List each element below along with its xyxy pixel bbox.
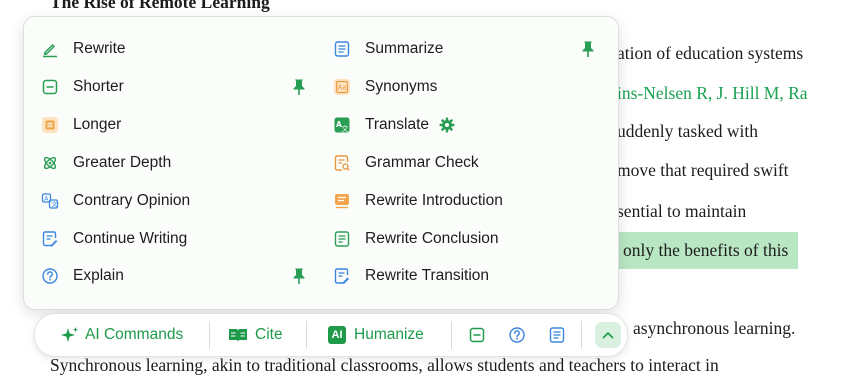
ai-commands-button[interactable]: AI Commands	[59, 314, 183, 356]
document-text-line: ation of education systems	[617, 43, 804, 63]
ai-commands-label: AI Commands	[85, 326, 184, 343]
toolbar-divider	[581, 321, 582, 349]
pin-icon[interactable]	[292, 78, 306, 96]
pin-icon[interactable]	[292, 267, 306, 285]
summarize-icon	[333, 40, 351, 58]
summarize-quick-button[interactable]	[547, 325, 567, 345]
chevron-up-icon	[602, 332, 614, 339]
ai-badge-icon: AI	[328, 326, 346, 344]
translate-icon: A文	[333, 116, 351, 134]
menu-item-label: Explain	[73, 267, 124, 284]
question-icon	[509, 327, 525, 343]
toolbar-divider	[306, 321, 307, 349]
menu-item-translate[interactable]: A文 Translate	[333, 106, 595, 144]
menu-item-label: Translate	[365, 116, 430, 133]
book-icon	[228, 327, 248, 343]
shorter-icon	[41, 78, 59, 96]
ai-toolbar: AI Commands Cite AI Humanize	[34, 313, 628, 357]
summarize-icon	[549, 327, 565, 343]
gear-icon[interactable]	[439, 117, 455, 133]
continue-icon	[41, 230, 59, 248]
toolbar-divider	[209, 321, 210, 349]
menu-item-label: Rewrite Transition	[365, 267, 490, 284]
longer-icon	[41, 116, 59, 134]
shorter-icon	[469, 327, 485, 343]
document-text-line: Synchronous learning, akin to traditiona…	[50, 355, 719, 375]
menu-item-greater-depth[interactable]: Greater Depth	[41, 144, 306, 182]
document-text-line: asynchronous learning.	[633, 318, 796, 338]
depth-icon	[41, 154, 59, 172]
menu-item-rewrite[interactable]: Rewrite	[41, 30, 306, 68]
menu-item-shorter[interactable]: Shorter	[41, 68, 306, 106]
humanize-label: Humanize	[354, 326, 424, 343]
menu-item-grammar-check[interactable]: Grammar Check	[333, 144, 595, 182]
shorter-quick-button[interactable]	[467, 325, 487, 345]
pin-icon[interactable]	[581, 40, 595, 58]
menu-item-label: Continue Writing	[73, 230, 188, 247]
document-text-line: uddenly tasked with	[617, 121, 758, 141]
menu-item-label: Synonyms	[365, 78, 438, 95]
menu-item-summarize[interactable]: Summarize	[333, 30, 595, 68]
toolbar-divider	[451, 321, 452, 349]
explain-quick-button[interactable]	[507, 325, 527, 345]
menu-item-rewrite-conclusion[interactable]: Rewrite Conclusion	[333, 220, 595, 258]
menu-item-synonyms[interactable]: Aa Synonyms	[333, 68, 595, 106]
contrary-icon: A文	[41, 192, 59, 210]
conclusion-icon	[333, 230, 351, 248]
menu-item-label: Grammar Check	[365, 154, 479, 171]
synonyms-icon: Aa	[333, 78, 351, 96]
transition-icon	[333, 267, 351, 285]
collapse-menu-button[interactable]	[595, 322, 621, 348]
menu-item-label: Contrary Opinion	[73, 192, 191, 209]
citation-text[interactable]: ins-Nelsen R, J. Hill M, Ra	[617, 83, 808, 104]
pencil-icon	[41, 40, 59, 58]
menu-item-label: Longer	[73, 116, 122, 133]
document-text-line: move that required swift	[617, 160, 789, 180]
grammar-icon	[333, 154, 351, 172]
menu-item-label: Rewrite Conclusion	[365, 230, 499, 247]
intro-icon	[333, 192, 351, 210]
selected-text-highlight[interactable]: only the benefits of this	[617, 232, 799, 269]
svg-text:文: 文	[52, 201, 58, 209]
svg-text:Aa: Aa	[338, 84, 347, 92]
menu-item-label: Greater Depth	[73, 154, 172, 171]
question-icon	[41, 267, 59, 285]
svg-text:文: 文	[342, 124, 349, 133]
document-text-line: sential to maintain	[617, 201, 747, 221]
cite-button[interactable]: Cite	[228, 314, 283, 356]
menu-item-rewrite-introduction[interactable]: Rewrite Introduction	[333, 182, 595, 220]
sparkle-icon	[59, 326, 79, 344]
menu-item-longer[interactable]: Longer	[41, 106, 306, 144]
humanize-button[interactable]: AI Humanize	[328, 314, 424, 356]
menu-item-label: Summarize	[365, 40, 444, 57]
menu-item-label: Rewrite	[73, 40, 126, 57]
menu-item-contrary-opinion[interactable]: A文 Contrary Opinion	[41, 182, 306, 220]
menu-item-explain[interactable]: Explain	[41, 257, 306, 295]
menu-item-rewrite-transition[interactable]: Rewrite Transition	[333, 257, 595, 295]
menu-item-label: Shorter	[73, 78, 124, 95]
cite-label: Cite	[255, 326, 283, 343]
ai-commands-menu: Rewrite Shorter Longer Greater Depth A文 …	[23, 16, 619, 310]
menu-item-label: Rewrite Introduction	[365, 192, 503, 209]
menu-item-continue-writing[interactable]: Continue Writing	[41, 220, 306, 258]
document-title: The Rise of Remote Learning	[50, 0, 270, 12]
